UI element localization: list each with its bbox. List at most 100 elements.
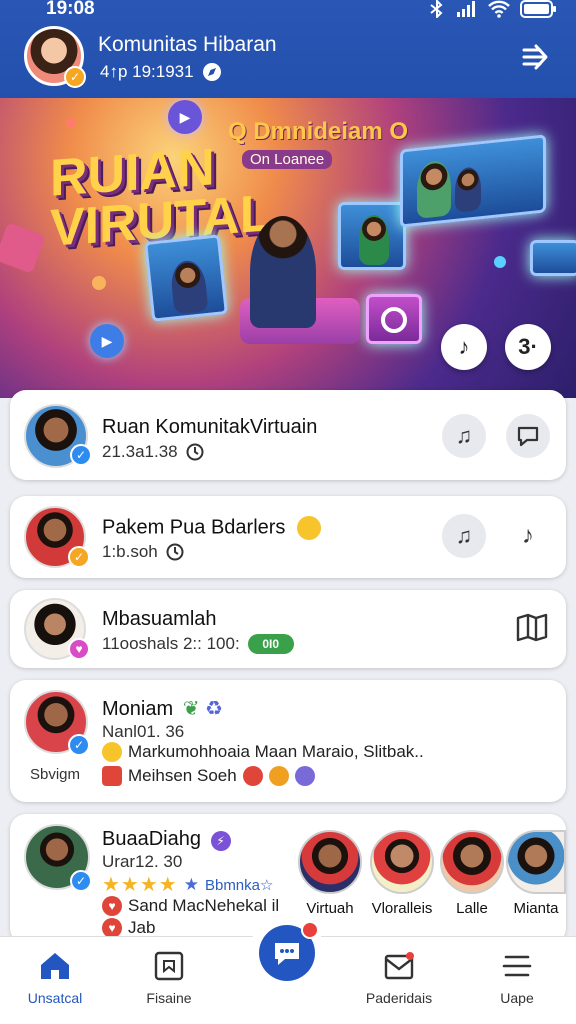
member-name: Vloralleis xyxy=(371,900,433,917)
wifi-icon xyxy=(488,0,510,18)
screen-person xyxy=(417,159,451,219)
decor-dot xyxy=(66,118,76,128)
member-item[interactable]: Lalle xyxy=(440,830,504,917)
bluetooth-icon xyxy=(430,0,443,18)
leaf-icon: ❦ xyxy=(182,698,200,720)
card-subtitle: 11ooshals 2:: 100: 0I0 xyxy=(102,634,294,654)
reaction-icon xyxy=(268,766,289,786)
community-card[interactable]: ✓ Sbvigm Moniam ❦ ♻ Nanl01. 36 Markumohh… xyxy=(10,680,566,802)
post-line: Markumohhoaia Maan Maraio, Slitbak.. xyxy=(102,742,424,762)
member-avatar xyxy=(298,830,362,894)
member-name: Lalle xyxy=(456,900,488,917)
music-note-icon[interactable]: ♫ xyxy=(442,514,486,558)
emoji-icon xyxy=(296,516,321,540)
activity-badge: 0I0 xyxy=(247,634,294,654)
card-title: Mbasuamlah xyxy=(102,608,217,630)
gift-icon xyxy=(102,766,122,786)
chat-icon[interactable] xyxy=(506,414,550,458)
status-badge: ♥ xyxy=(68,638,90,660)
member-item[interactable]: Virtuah xyxy=(298,830,362,917)
music-note-icon[interactable]: ♪ xyxy=(506,514,550,558)
center-chat-button[interactable] xyxy=(259,921,319,981)
card-title-text: Moniam xyxy=(102,698,174,720)
clock-icon xyxy=(186,443,204,461)
post-line: ♥ Sand MacNehekal il xyxy=(102,896,279,916)
community-card[interactable]: ♥ Mbasuamlah 11ooshals 2:: 100: 0I0 xyxy=(10,590,566,668)
nav-label: Uape xyxy=(500,990,534,1006)
member-item[interactable]: Mianta xyxy=(506,830,566,917)
record-disc xyxy=(366,294,422,344)
decor-cube xyxy=(0,222,46,274)
member-name: Virtuah xyxy=(306,900,354,917)
battery-icon xyxy=(520,0,556,18)
card-title: Moniam ❦ ♻ xyxy=(102,696,223,721)
star-outline-icon: ★ xyxy=(183,874,199,894)
notification-dot xyxy=(301,921,319,939)
banner-person xyxy=(250,216,316,328)
member-name: Mianta xyxy=(513,900,559,917)
play-icon: ▶ xyxy=(90,324,124,358)
status-time: 19:08 xyxy=(46,0,95,19)
virtual-screen xyxy=(144,234,228,322)
card-subtitle: 1:b.soh xyxy=(102,542,184,562)
post-text: Jab xyxy=(128,918,156,937)
more-button[interactable]: 3· xyxy=(505,324,551,370)
card-title: Pakem Pua Bdarlers xyxy=(102,516,321,540)
card-subtitle-text: Urar12. 30 xyxy=(102,852,183,871)
virtual-screen xyxy=(400,134,546,228)
home-icon xyxy=(41,953,69,979)
verified-badge-icon: ✓ xyxy=(64,66,86,88)
card-subtitle-text: Nanl01. 36 xyxy=(102,722,185,741)
heart-icon: ♥ xyxy=(102,896,122,916)
music-note-icon[interactable]: ♫ xyxy=(442,414,486,458)
lightning-icon: ⚡ xyxy=(210,831,231,851)
chat-center-icon xyxy=(275,943,299,965)
play-icon: ▶ xyxy=(168,100,202,134)
status-icons xyxy=(428,0,558,18)
compass-icon xyxy=(202,63,221,81)
card-title-text: BuaaDiahg xyxy=(102,828,201,850)
verified-badge-icon: ✓ xyxy=(70,870,92,892)
music-note-icon[interactable]: ♪ xyxy=(441,324,487,370)
nav-label: Unsatcal xyxy=(27,990,83,1006)
member-item[interactable]: Vloralleis xyxy=(370,830,434,917)
screen-person xyxy=(359,215,389,265)
card-subtitle: Urar12. 30 xyxy=(102,852,182,872)
exit-icon[interactable] xyxy=(522,42,552,72)
post-text: Markumohhoaia Maan Maraio, Slitbak.. xyxy=(128,742,424,761)
disc-icon xyxy=(381,307,407,333)
mail-icon xyxy=(384,952,414,980)
nav-saved[interactable]: Fisaine xyxy=(124,951,214,1006)
post-text: Meihsen Soeh xyxy=(128,766,237,785)
chat-bubble-icon xyxy=(517,426,539,447)
post-line: ♥ Jab xyxy=(102,918,155,938)
hero-banner[interactable]: ▶ ▶ Q Dmnideiam O On Loanee RUIAN VIRUTA… xyxy=(0,98,576,398)
nav-label: Fisaine xyxy=(146,990,192,1006)
screen-person xyxy=(169,259,209,315)
community-card[interactable]: ✓ Ruan KomunitakVirtuain 21.3a1.38 ♫ xyxy=(10,390,566,480)
nav-more[interactable]: Uape xyxy=(472,951,562,1006)
post-text: Sand MacNehekal il xyxy=(128,896,280,915)
banner-title: RUIAN VIRUTAL xyxy=(50,138,271,258)
nav-home[interactable]: Unsatcal xyxy=(10,951,100,1006)
community-subtitle-text: 4↑p 19:1931 xyxy=(100,62,194,81)
card-title-text: Pakem Pua Bdarlers xyxy=(102,516,286,539)
card-subtitle-text: 1:b.soh xyxy=(102,542,158,561)
card-title: Ruan KomunitakVirtuain xyxy=(102,416,318,438)
virtual-screen xyxy=(530,240,576,276)
screen-person xyxy=(455,166,481,213)
decor-dot xyxy=(92,276,106,290)
card-subtitle-text: 21.3a1.38 xyxy=(102,442,178,461)
bottom-navigation: Unsatcal Fisaine Paderidais Uape xyxy=(0,921,576,1024)
reaction-icon xyxy=(242,766,263,786)
nav-messages[interactable]: Paderidais xyxy=(354,951,444,1006)
verified-badge-icon: ✓ xyxy=(70,444,92,466)
app-header: 19:08 ✓ Komunitas Hibaran 4↑p 19:1931 xyxy=(0,0,576,98)
signal-icon xyxy=(457,1,475,17)
decor-dot xyxy=(494,256,506,268)
member-avatar xyxy=(440,830,504,894)
community-card[interactable]: ✓ Pakem Pua Bdarlers 1:b.soh ♫ ♪ xyxy=(10,496,566,578)
book-icon[interactable] xyxy=(510,606,554,650)
card-subtitle: Nanl01. 36 xyxy=(102,722,184,742)
member-avatar xyxy=(506,830,566,894)
